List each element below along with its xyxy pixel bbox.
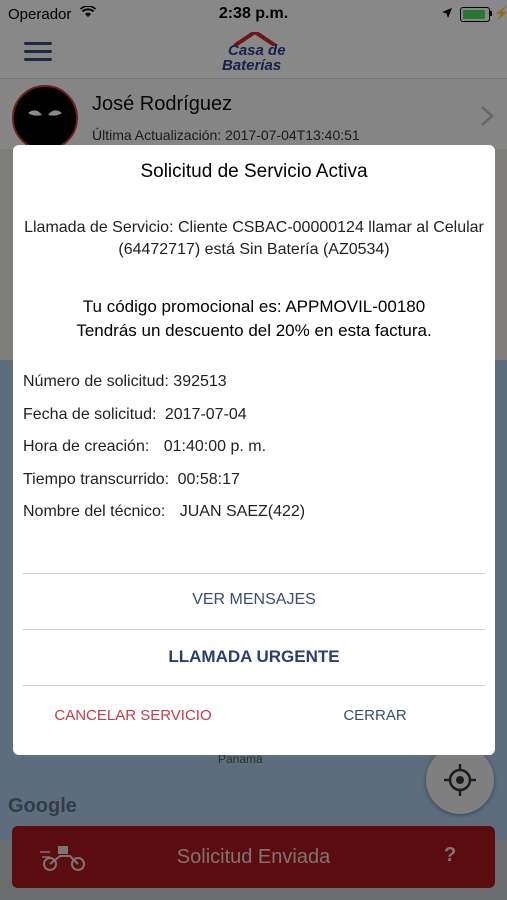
detail-creation-time: Hora de creación: 01:40:00 p. m. [23,438,266,456]
promo-block: Tu código promocional es: APPMOVIL-00180… [23,295,485,343]
detail-value: 01:40:00 p. m. [163,438,267,455]
divider [23,573,485,574]
divider [23,629,485,630]
detail-label: Nombre del técnico: [23,503,166,520]
active-service-dialog: Solicitud de Servicio Activa Llamada de … [13,145,495,755]
detail-value: 00:58:17 [177,471,240,488]
promo-code-text: Tu código promocional es: APPMOVIL-00180 [82,297,426,316]
detail-technician-name: Nombre del técnico: JUAN SAEZ(422) [23,503,305,521]
detail-label: Tiempo transcurrido: [23,471,170,488]
dialog-message: Llamada de Servicio: Cliente CSBAC-00000… [24,219,484,258]
cancel-service-button[interactable]: CANCELAR SERVICIO [33,707,233,724]
urgent-call-button[interactable]: LLAMADA URGENTE [23,647,485,667]
detail-request-date: Fecha de solicitud: 2017-07-04 [23,406,247,424]
detail-elapsed-time: Tiempo transcurrido: 00:58:17 [23,471,240,489]
dialog-title: Solicitud de Servicio Activa [140,161,368,182]
view-messages-button[interactable]: VER MENSAJES [23,591,485,609]
promo-discount-text: Tendrás un descuento del 20% en esta fac… [76,321,432,340]
close-button[interactable]: CERRAR [275,707,475,724]
detail-label: Fecha de solicitud: [23,406,157,423]
detail-request-number: Número de solicitud: 392513 [23,373,227,391]
divider [23,685,485,686]
detail-label: Número de solicitud: [23,373,169,390]
detail-value: 2017-07-04 [164,406,247,423]
detail-label: Hora de creación: [23,438,150,455]
detail-value: 392513 [173,373,227,390]
detail-value: JUAN SAEZ(422) [179,503,306,520]
